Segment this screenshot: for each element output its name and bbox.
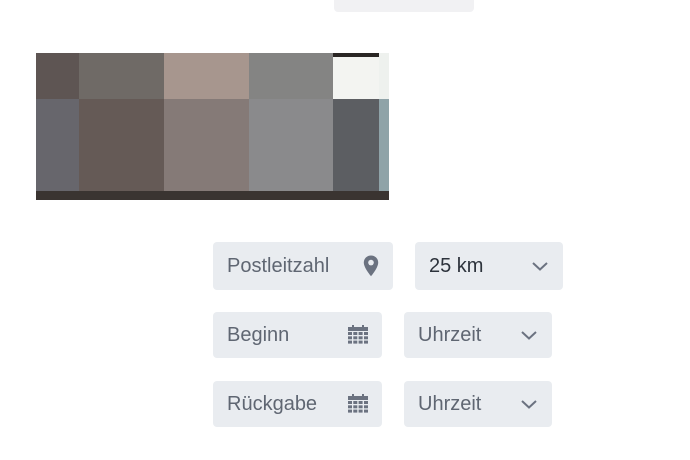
- chevron-down-icon: [520, 398, 538, 410]
- radius-select[interactable]: 25 km: [415, 242, 563, 290]
- image-tile: [333, 57, 379, 99]
- return-date-placeholder: Rückgabe: [227, 392, 318, 415]
- image-tile: [79, 53, 164, 99]
- postal-code-input[interactable]: Postleitzahl: [213, 242, 393, 290]
- start-time-placeholder: Uhrzeit: [418, 323, 482, 346]
- return-time-select[interactable]: Uhrzeit: [404, 381, 552, 427]
- start-time-select[interactable]: Uhrzeit: [404, 312, 552, 358]
- calendar-icon: [348, 325, 368, 345]
- radius-value: 25 km: [429, 254, 484, 277]
- start-date-placeholder: Beginn: [227, 323, 290, 346]
- chevron-down-icon: [520, 329, 538, 341]
- image-tile: [249, 99, 333, 191]
- image-tile: [164, 99, 249, 191]
- image-tile: [164, 53, 249, 99]
- image-tile: [79, 99, 164, 191]
- pixelated-image: [36, 53, 389, 200]
- image-tile: [333, 99, 379, 191]
- return-time-placeholder: Uhrzeit: [418, 392, 482, 415]
- return-date-input[interactable]: Rückgabe: [213, 381, 382, 427]
- image-tile: [36, 99, 79, 191]
- calendar-icon: [348, 394, 368, 414]
- chevron-down-icon: [531, 260, 549, 272]
- image-tile: [249, 53, 333, 99]
- start-date-input[interactable]: Beginn: [213, 312, 382, 358]
- image-tile: [36, 53, 79, 99]
- postal-code-placeholder: Postleitzahl: [227, 254, 330, 277]
- image-tile: [379, 99, 389, 191]
- image-tile: [36, 191, 389, 200]
- map-pin-icon: [363, 255, 379, 277]
- image-tile: [379, 53, 389, 99]
- top-tab: [334, 0, 474, 12]
